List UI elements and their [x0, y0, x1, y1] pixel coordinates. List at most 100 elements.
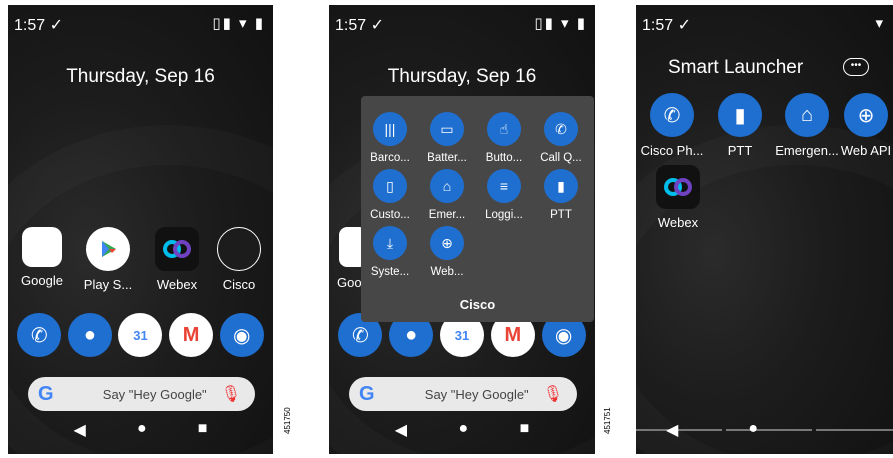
mic-icon[interactable]: 🎙	[221, 384, 241, 404]
web-api-app[interactable]: ⊕ Web...	[420, 226, 474, 278]
ptt-app[interactable]: ▮ PTT	[708, 93, 772, 158]
app-label: Cisco	[222, 277, 256, 292]
more-options-icon[interactable]: •••	[843, 58, 869, 76]
ptt-app[interactable]: ▮ PTT	[534, 169, 588, 221]
logging-app[interactable]: ≡ Loggi...	[477, 169, 531, 221]
app-label: Google	[21, 273, 63, 288]
battery-app[interactable]: ▭ Batter...	[420, 112, 474, 164]
globe-icon: ⊕	[430, 226, 464, 260]
customization-app[interactable]: ▯ Custo...	[363, 169, 417, 221]
call-quality-app[interactable]: ✆ Call Q...	[534, 112, 588, 164]
button-icon: ☝	[487, 112, 521, 146]
phone-icon: ✆	[650, 93, 694, 137]
download-icon: ⤓	[373, 226, 407, 260]
back-icon[interactable]: ◀	[74, 420, 86, 440]
google-icon: G	[359, 382, 375, 405]
webex-icon	[155, 227, 199, 271]
battery-icon: ▭	[430, 112, 464, 146]
app-label: Webex	[657, 215, 699, 230]
webex-icon	[656, 165, 700, 209]
walkie-talkie-icon: ▮	[718, 93, 762, 137]
folder-open-screen: 1:57 ✓ ▯▮ ▾ ▮ Thursday, Sep 16 Goo ✆ ● 3…	[329, 5, 595, 454]
emergency-app[interactable]: ⌂ Emer...	[420, 169, 474, 221]
home-screen: 1:57 ✓ ▯▮ ▾ ▮ Thursday, Sep 16 Google Pl…	[8, 5, 273, 454]
google-icon: G	[38, 382, 54, 405]
call-quality-icon: ✆	[544, 112, 578, 146]
app-label: Emer...	[428, 209, 466, 221]
contacts-icon[interactable]: ●	[67, 313, 112, 357]
play-store-icon	[86, 227, 130, 271]
app-label: Webex	[156, 277, 198, 292]
buttons-app[interactable]: ☝ Butto...	[477, 112, 531, 164]
search-placeholder: Say "Hey Google"	[102, 386, 207, 402]
navigation-bar: ◀ ●	[636, 420, 893, 440]
app-label: Butto...	[485, 152, 523, 164]
app-label: Custo...	[370, 209, 410, 221]
status-icons: ▾	[875, 15, 885, 32]
emergency-app[interactable]: ⌂ Emergen...	[775, 93, 839, 158]
home-icon[interactable]: ●	[748, 420, 758, 440]
back-icon[interactable]: ◀	[666, 420, 678, 440]
app-label: Syste...	[370, 266, 410, 278]
status-icons: ▯▮ ▾ ▮	[534, 15, 587, 32]
play-store-app[interactable]: Play S...	[76, 227, 140, 292]
figure-id: 451751	[603, 407, 612, 434]
webex-app[interactable]: Webex	[646, 165, 710, 230]
search-placeholder: Say "Hey Google"	[424, 386, 529, 402]
status-bar: 1:57 ✓ ▯▮ ▾ ▮	[14, 15, 265, 35]
app-label: Call Q...	[540, 152, 582, 164]
google-search-bar[interactable]: G Say "Hey Google" 🎙	[28, 377, 255, 411]
status-bar: 1:57 ✓ ▯▮ ▾ ▮	[335, 15, 587, 35]
dock: ✆ ● 31 M ◉	[8, 313, 273, 357]
app-label: Goo	[337, 275, 362, 290]
device-icon: ▯	[373, 169, 407, 203]
figure-id: 451750	[283, 407, 292, 434]
app-label: Batter...	[427, 152, 467, 164]
home-icon[interactable]: ●	[137, 420, 147, 440]
folder-title[interactable]: Cisco	[361, 297, 594, 312]
app-label: Emergen...	[775, 143, 839, 158]
cisco-folder-panel: ||| Barco... ▭ Batter... ☝ Butto... ✆ Call Q…	[361, 96, 594, 322]
google-folder[interactable]: Google	[10, 227, 74, 288]
smart-launcher-screen: 1:57 ✓ ▾ Smart Launcher ••• ✆ Cisco Ph..…	[636, 5, 893, 454]
status-time: 1:57 ✓	[642, 17, 691, 34]
phone-icon[interactable]: ✆	[17, 313, 62, 357]
cisco-folder-icon	[217, 227, 261, 271]
web-api-app[interactable]: ⊕ Web API	[834, 93, 893, 158]
gmail-icon[interactable]: M	[169, 313, 214, 357]
google-folder-icon	[22, 227, 62, 267]
app-label: PTT	[550, 209, 572, 221]
app-label: Web API	[840, 143, 892, 158]
date-widget[interactable]: Thursday, Sep 16	[329, 66, 595, 88]
lock-icon: ⌂	[785, 93, 829, 137]
recents-icon[interactable]: ■	[520, 420, 530, 440]
lock-icon: ⌂	[430, 169, 464, 203]
document-icon: ≡	[487, 169, 521, 203]
recents-icon[interactable]: ■	[198, 420, 208, 440]
home-icon[interactable]: ●	[458, 420, 468, 440]
back-icon[interactable]: ◀	[395, 420, 407, 440]
calendar-icon[interactable]: 31	[118, 313, 163, 357]
cisco-phone-app[interactable]: ✆ Cisco Ph...	[640, 93, 704, 158]
status-bar: 1:57 ✓ ▾	[642, 15, 885, 35]
google-search-bar[interactable]: G Say "Hey Google" 🎙	[349, 377, 577, 411]
mic-icon[interactable]: 🎙	[543, 384, 563, 404]
webex-app[interactable]: Webex	[145, 227, 209, 292]
walkie-talkie-icon: ▮	[544, 169, 578, 203]
app-label: Web...	[430, 266, 464, 278]
navigation-bar: ◀ ● ■	[329, 420, 595, 440]
system-updater-app[interactable]: ⤓ Syste...	[363, 226, 417, 278]
status-time: 1:57 ✓	[14, 17, 63, 34]
barcode-app[interactable]: ||| Barco...	[363, 112, 417, 164]
status-time: 1:57 ✓	[335, 17, 384, 34]
app-label: Barco...	[370, 152, 410, 164]
status-icons: ▯▮ ▾ ▮	[212, 15, 265, 32]
page-title: Smart Launcher	[668, 57, 804, 78]
app-label: Cisco Ph...	[640, 143, 704, 158]
date-widget[interactable]: Thursday, Sep 16	[8, 66, 273, 88]
cisco-folder[interactable]: Cisco	[207, 227, 271, 292]
globe-icon: ⊕	[844, 93, 888, 137]
camera-icon[interactable]: ◉	[219, 313, 264, 357]
app-label: PTT	[727, 143, 753, 158]
navigation-bar: ◀ ● ■	[8, 420, 273, 440]
